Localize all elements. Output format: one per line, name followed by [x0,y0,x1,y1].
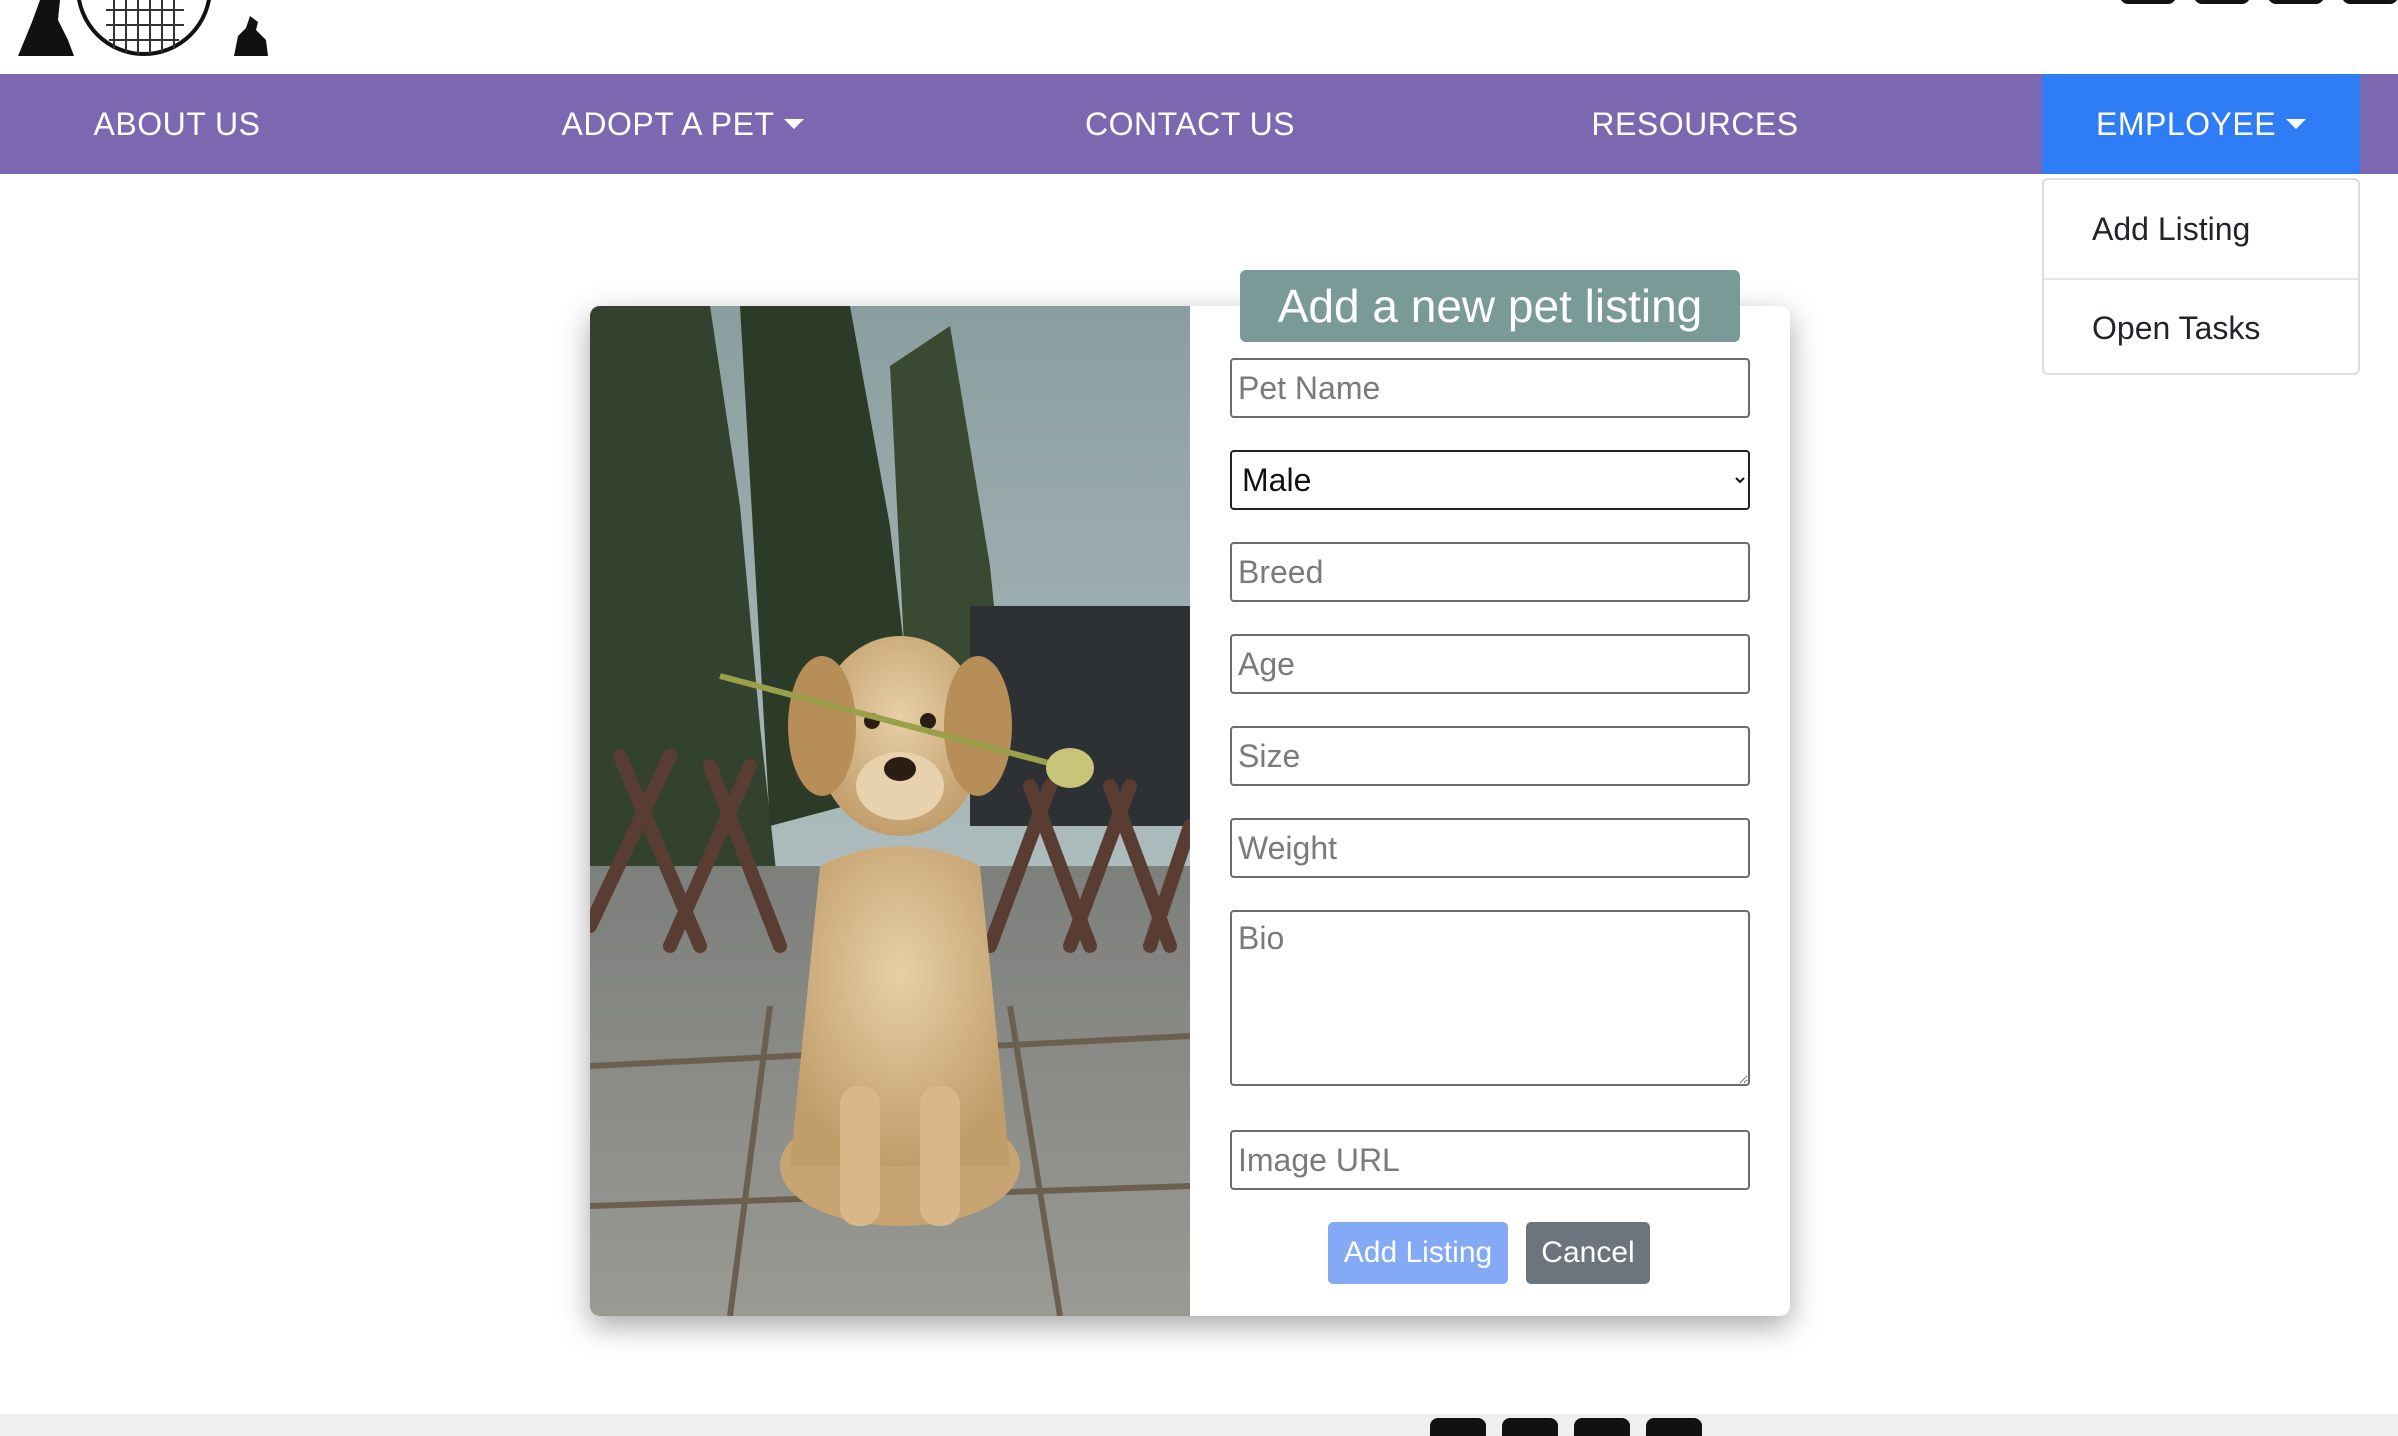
nav-about-us-label: ABOUT US [93,105,261,142]
social-icon[interactable] [2120,0,2176,4]
footer-social-links [1430,1418,1702,1436]
caret-down-icon [784,119,805,129]
main-navbar: ABOUT US ADOPT A PET CONTACT US RESOURCE… [0,74,2398,174]
footer [0,1414,2398,1436]
social-icon[interactable] [2268,0,2324,4]
nav-adopt-a-pet-label: ADOPT A PET [561,105,775,142]
bio-textarea[interactable] [1230,910,1750,1086]
cancel-button[interactable]: Cancel [1526,1222,1650,1284]
nav-contact-us-label: CONTACT US [1084,105,1296,142]
social-icon[interactable] [1430,1418,1486,1436]
pet-name-input[interactable] [1230,358,1750,418]
add-listing-button[interactable]: Add Listing [1328,1222,1508,1284]
nav-resources[interactable]: RESOURCES [1580,74,1810,174]
breed-input[interactable] [1230,542,1750,602]
caret-down-icon [2286,119,2307,129]
nav-employee-label: EMPLOYEE [2095,105,2277,142]
social-icon[interactable] [1502,1418,1558,1436]
header-social-links [2120,0,2398,4]
nav-about-us[interactable]: ABOUT US [62,74,292,174]
age-input[interactable] [1230,634,1750,694]
pet-shelter-logo[interactable] [14,0,274,58]
top-header [0,0,2398,74]
image-url-input[interactable] [1230,1130,1750,1190]
menu-item-open-tasks[interactable]: Open Tasks [2044,278,2358,376]
nav-adopt-a-pet[interactable]: ADOPT A PET [548,74,818,174]
dog-photo [590,306,1190,1316]
add-listing-card: Add a new pet listing Male Add Listing C… [590,270,1790,1316]
social-icon[interactable] [2342,0,2398,4]
weight-input[interactable] [1230,818,1750,878]
employee-dropdown-menu: Add Listing Open Tasks [2042,178,2360,375]
size-input[interactable] [1230,726,1750,786]
sex-select[interactable]: Male [1230,450,1750,510]
social-icon[interactable] [1574,1418,1630,1436]
nav-resources-label: RESOURCES [1591,105,1799,142]
nav-contact-us[interactable]: CONTACT US [1060,74,1320,174]
social-icon[interactable] [2194,0,2250,4]
social-icon[interactable] [1646,1418,1702,1436]
form-title: Add a new pet listing [1240,270,1740,342]
nav-employee[interactable]: EMPLOYEE [2042,74,2360,174]
menu-item-add-listing[interactable]: Add Listing [2044,180,2358,278]
